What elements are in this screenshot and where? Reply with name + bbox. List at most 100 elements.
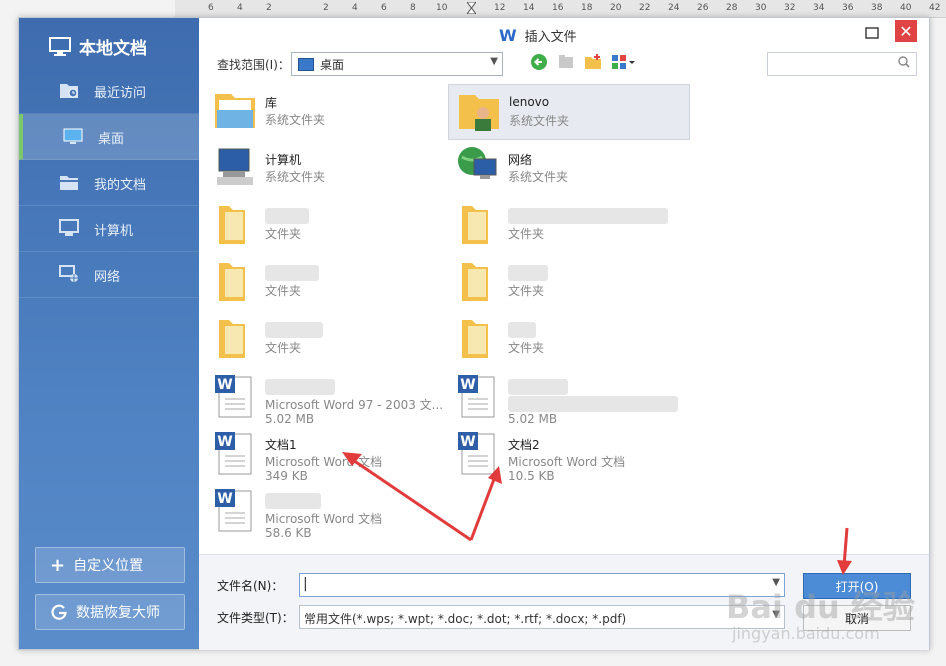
file-type: Microsoft Word 文档 bbox=[265, 512, 383, 526]
file-size: 5.02 MB bbox=[265, 412, 315, 426]
ruler-tick: 6 bbox=[208, 3, 214, 13]
folder-icon bbox=[219, 263, 245, 301]
file-name bbox=[265, 265, 319, 281]
file-type: 系统文件夹 bbox=[265, 170, 326, 184]
sidebar-item-desktop[interactable]: 桌面 bbox=[19, 114, 203, 160]
file-type: 系统文件夹 bbox=[508, 170, 569, 184]
list-item[interactable]: 库 系统文件夹 bbox=[205, 84, 445, 138]
list-item[interactable]: 文件夹 bbox=[448, 255, 688, 309]
word-doc-icon: W bbox=[215, 432, 252, 475]
file-type bbox=[508, 396, 678, 412]
up-folder-button[interactable] bbox=[557, 53, 575, 71]
file-name bbox=[265, 322, 323, 338]
file-size: 58.6 KB bbox=[265, 526, 312, 540]
recovery-icon bbox=[51, 604, 67, 620]
computer-icon bbox=[59, 219, 79, 236]
list-item[interactable]: 文件夹 bbox=[205, 198, 445, 252]
file-name: 库 bbox=[265, 96, 278, 110]
list-item[interactable]: 文件夹 bbox=[448, 198, 688, 252]
file-list: 库 系统文件夹 lenovo 系统文件夹 计算机 系统文件夹 网络 系统文件夹 bbox=[199, 84, 929, 554]
view-menu-button[interactable] bbox=[611, 53, 637, 71]
svg-text:W: W bbox=[217, 377, 232, 393]
file-type: 系统文件夹 bbox=[265, 113, 326, 127]
desktop-icon bbox=[63, 128, 83, 144]
file-size: 349 KB bbox=[265, 469, 308, 483]
ruler-tick: 2 bbox=[266, 3, 272, 13]
file-type: 文件夹 bbox=[508, 341, 545, 355]
back-button[interactable] bbox=[530, 53, 548, 71]
folder-icon bbox=[219, 320, 245, 358]
ruler-tick: 40 bbox=[900, 3, 912, 13]
ruler-tick: 18 bbox=[581, 3, 593, 13]
list-item[interactable]: W Microsoft Word 文档 58.6 KB bbox=[205, 483, 445, 540]
search-input[interactable] bbox=[767, 52, 917, 76]
file-type: 系统文件夹 bbox=[509, 114, 570, 128]
file-name bbox=[265, 379, 335, 395]
sidebar-item-documents[interactable]: 我的文档 bbox=[19, 160, 199, 206]
sidebar-title: 本地文档 bbox=[49, 34, 147, 59]
library-icon bbox=[215, 94, 255, 128]
new-folder-button[interactable] bbox=[584, 53, 602, 71]
file-type: 文件夹 bbox=[508, 284, 545, 298]
folder-icon bbox=[462, 320, 488, 358]
chevron-down-icon: ▼ bbox=[490, 56, 498, 67]
list-item[interactable]: 文件夹 bbox=[205, 255, 445, 309]
file-type: Microsoft Word 文档 bbox=[265, 455, 383, 469]
svg-text:W: W bbox=[217, 491, 232, 507]
file-type: Microsoft Word 文档 bbox=[508, 455, 626, 469]
ruler-tick: 14 bbox=[523, 3, 535, 13]
ruler-tick: 4 bbox=[352, 3, 358, 13]
word-doc-icon: W bbox=[215, 375, 252, 418]
ruler-tick: 20 bbox=[610, 3, 622, 13]
close-button[interactable]: ✕ bbox=[895, 20, 917, 42]
file-name bbox=[508, 322, 536, 338]
list-item[interactable]: W 5.02 MB bbox=[448, 369, 688, 426]
ruler-tick: 42 bbox=[929, 3, 941, 13]
ruler-tick: 22 bbox=[639, 3, 651, 13]
filename-input[interactable]: | ▼ bbox=[299, 573, 785, 597]
indent-marker-icon[interactable] bbox=[467, 2, 476, 14]
sidebar-item-computer[interactable]: 计算机 bbox=[19, 206, 199, 252]
data-recovery-button[interactable]: 数据恢复大师 bbox=[35, 594, 185, 630]
word-doc-icon: W bbox=[215, 489, 252, 532]
dialog-title-label: 插入文件 bbox=[524, 30, 577, 45]
maximize-icon bbox=[865, 27, 879, 39]
list-item[interactable]: W 文档2 Microsoft Word 文档 10.5 KB bbox=[448, 426, 688, 483]
list-item[interactable]: 文件夹 bbox=[205, 312, 445, 366]
file-name: 文档1 bbox=[265, 438, 297, 452]
ruler-tick: 32 bbox=[784, 3, 796, 13]
list-item[interactable]: 计算机 系统文件夹 bbox=[205, 141, 445, 195]
top-ruler: 6 4 2 2 4 6 8 10 12 14 16 18 20 22 24 26… bbox=[175, 0, 946, 18]
ruler-tick: 4 bbox=[237, 3, 243, 13]
list-item[interactable]: 文件夹 bbox=[448, 312, 688, 366]
lookin-select[interactable]: 桌面 ▼ bbox=[291, 52, 503, 76]
maximize-button[interactable] bbox=[861, 22, 883, 44]
sidebar-item-recent[interactable]: 最近访问 bbox=[19, 68, 199, 114]
list-item[interactable]: W Microsoft Word 97 - 2003 文... 5.02 MB bbox=[205, 369, 445, 426]
filetype-select[interactable]: 常用文件(*.wps; *.wpt; *.doc; *.dot; *.rtf; … bbox=[299, 605, 785, 629]
ruler-tick: 28 bbox=[726, 3, 738, 13]
file-name: 计算机 bbox=[265, 153, 302, 167]
plus-icon: + bbox=[50, 554, 66, 576]
file-size: 5.02 MB bbox=[508, 412, 558, 426]
custom-location-button[interactable]: + 自定义位置 bbox=[35, 547, 185, 583]
word-doc-icon: W bbox=[458, 375, 495, 418]
sidebar-item-label: 桌面 bbox=[98, 132, 125, 147]
file-name bbox=[508, 208, 668, 224]
data-recovery-label: 数据恢复大师 bbox=[76, 605, 160, 621]
list-item[interactable]: lenovo 系统文件夹 bbox=[448, 84, 690, 140]
documents-folder-icon bbox=[60, 176, 78, 190]
folder-icon bbox=[462, 263, 488, 301]
insert-file-dialog: 本地文档 最近访问 桌面 我的文档 计算机 网络 + 自定义位置 数据恢复大师 … bbox=[18, 17, 930, 650]
desktop-icon bbox=[298, 57, 314, 71]
sidebar-item-network[interactable]: 网络 bbox=[19, 252, 199, 298]
main-panel: W 插入文件 ✕ 查找范围(I)： 桌面 ▼ 库 系统文件夹 lenovo 系统… bbox=[199, 18, 929, 650]
filename-label: 文件名(N)： bbox=[217, 579, 284, 593]
ruler-tick: 26 bbox=[697, 3, 709, 13]
list-item[interactable]: W 文档1 Microsoft Word 文档 349 KB bbox=[205, 426, 445, 483]
file-type: 文件夹 bbox=[265, 284, 302, 298]
ruler-tick: 12 bbox=[494, 3, 506, 13]
file-name: 文档2 bbox=[508, 438, 540, 452]
list-item[interactable]: 网络 系统文件夹 bbox=[448, 141, 688, 195]
file-type: Microsoft Word 97 - 2003 文... bbox=[265, 398, 444, 412]
